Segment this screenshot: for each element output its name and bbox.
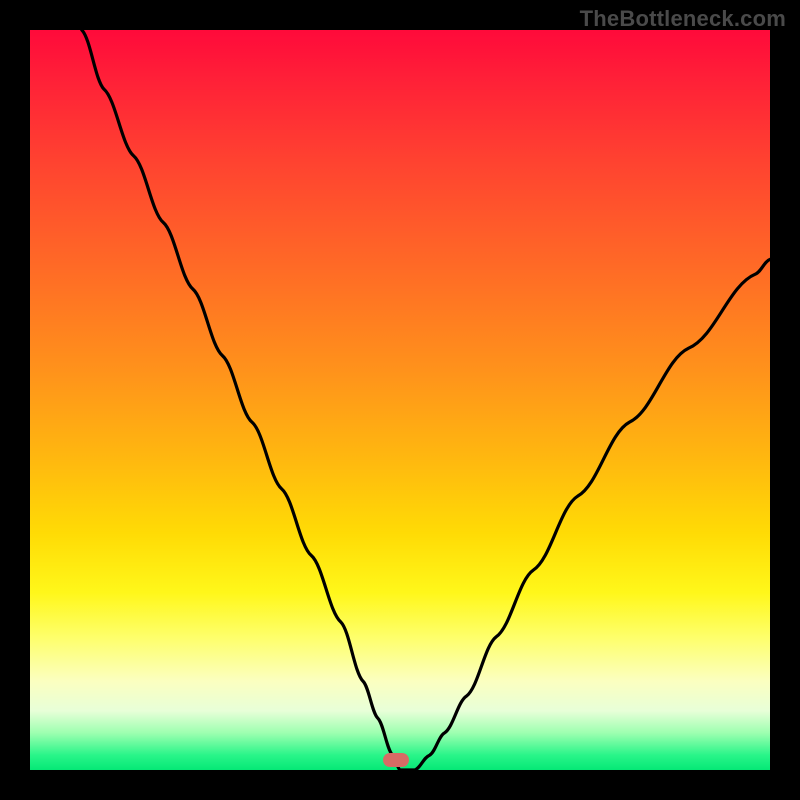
bottleneck-curve-path [82,30,770,770]
chart-frame: TheBottleneck.com [0,0,800,800]
plot-area [30,30,770,770]
curve-svg [30,30,770,770]
optimum-marker [383,753,409,767]
watermark-text: TheBottleneck.com [580,6,786,32]
